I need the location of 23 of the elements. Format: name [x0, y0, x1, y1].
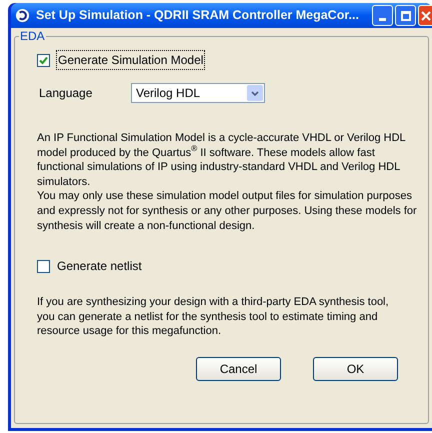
window-title: Set Up Simulation - QDRII SRAM Controller MegaCor... — [36, 7, 359, 24]
checkbox-box[interactable] — [37, 260, 50, 273]
language-label: Language — [38, 85, 94, 102]
description-text: An IP Functional Simulation Model is a cycle-accurate VHDL or Verilog HDL model produced by the Quartus$^{®}$ II software. These models allow fast functional simulations of IP using industry-standard VHDL and Verilog HDL simulators. — [37, 131, 406, 190]
maximize-button[interactable] — [395, 5, 416, 26]
cancel-button[interactable]: Cancel — [196, 356, 281, 381]
checkbox[interactable]: Generate netlist — [37, 257, 420, 276]
group-title: EDA — [19, 29, 46, 43]
checkbox[interactable]: Generate Simulation Model — [37, 50, 420, 70]
checkmark-icon — [39, 56, 48, 64]
checkbox-label: Generate Simulation Model — [56, 50, 206, 70]
close-button[interactable] — [418, 5, 432, 26]
ok-button[interactable]: OK — [313, 356, 398, 381]
checkbox-label: Generate netlist — [56, 258, 143, 276]
checkbox-box[interactable] — [37, 54, 50, 66]
app-icon — [15, 8, 30, 23]
language-dropdown[interactable]: Verilog HDL — [131, 83, 265, 103]
minimize-button[interactable] — [372, 5, 393, 26]
close-icon — [420, 10, 430, 20]
netlist-note: If you are synthesizing your design with a third-party EDA synthesis tool, you can generate a netlist for the synthesis tool to estimate timing and resource usage for this megafunction. — [37, 295, 390, 339]
description-text: You may only use these simulation model output files for simulation purposes and expressly not for synthesis or any other purposes. Using these models for synthesis will create a non-functional design. — [37, 189, 418, 234]
chevron-down-icon — [251, 90, 259, 96]
dropdown-button[interactable] — [247, 85, 263, 101]
